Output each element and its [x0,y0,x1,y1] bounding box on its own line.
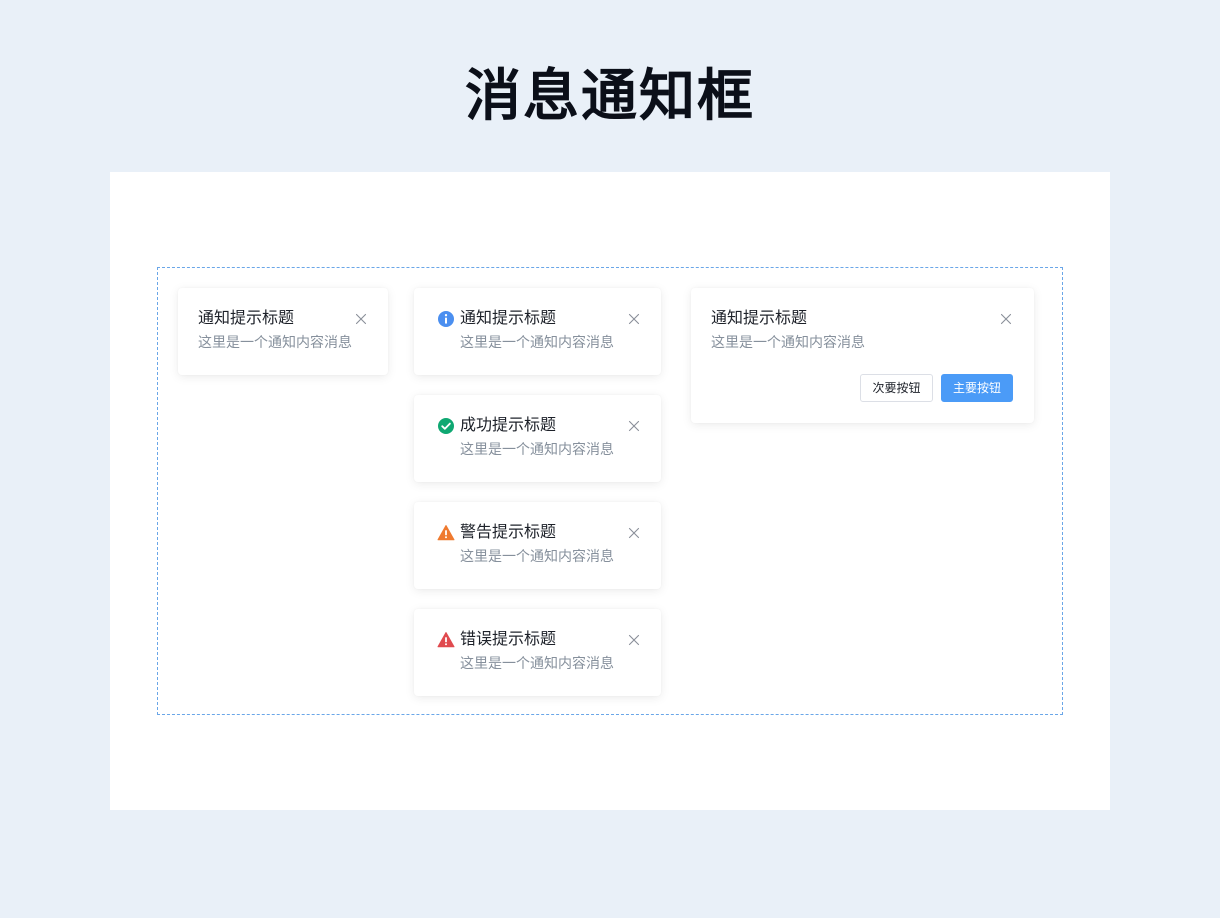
demo-canvas: 通知提示标题 这里是一个通知内容消息 通知提示标题 这里是一个通知内容消息 成功… [110,172,1110,810]
notification-body: 这里是一个通知内容消息 [460,442,614,458]
notification-info: 通知提示标题 这里是一个通知内容消息 [414,288,661,375]
notification-with-actions: 通知提示标题 这里是一个通知内容消息 次要按钮 主要按钮 [691,288,1034,423]
page-title: 消息通知框 [465,64,755,129]
close-icon[interactable] [355,313,367,325]
notification-title: 成功提示标题 [460,415,557,434]
notification-title: 警告提示标题 [460,522,557,541]
notification-body: 这里是一个通知内容消息 [198,335,352,351]
notification-body: 这里是一个通知内容消息 [460,335,614,351]
notification-warning: 警告提示标题 这里是一个通知内容消息 [414,502,661,589]
notification-body: 这里是一个通知内容消息 [460,656,614,672]
close-icon[interactable] [1000,313,1012,325]
primary-button[interactable]: 主要按钮 [941,374,1013,402]
notification-title: 通知提示标题 [460,308,557,327]
notification-title: 通知提示标题 [711,308,808,327]
notification-title: 错误提示标题 [460,629,557,648]
close-icon[interactable] [628,420,640,432]
warning-triangle-icon [437,524,455,542]
check-circle-icon [437,417,455,435]
notification-success: 成功提示标题 这里是一个通知内容消息 [414,395,661,482]
notification-container: 通知提示标题 这里是一个通知内容消息 通知提示标题 这里是一个通知内容消息 成功… [157,267,1063,715]
notification-body: 这里是一个通知内容消息 [711,335,865,351]
info-icon [437,310,455,328]
notification-title: 通知提示标题 [198,308,295,327]
notification-body: 这里是一个通知内容消息 [460,549,614,565]
close-icon[interactable] [628,313,640,325]
notification-plain: 通知提示标题 这里是一个通知内容消息 [178,288,388,375]
close-icon[interactable] [628,527,640,539]
secondary-button[interactable]: 次要按钮 [860,374,933,402]
error-triangle-icon [437,631,455,649]
notification-error: 错误提示标题 这里是一个通知内容消息 [414,609,661,696]
close-icon[interactable] [628,634,640,646]
